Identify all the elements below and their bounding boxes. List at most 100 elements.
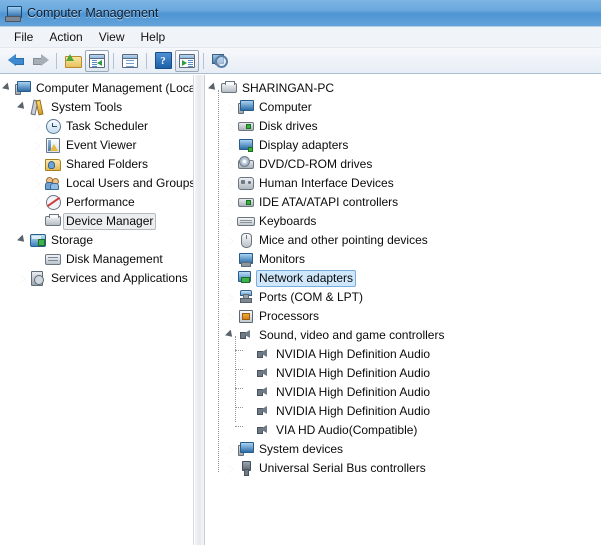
- back-button[interactable]: [4, 50, 28, 72]
- title-bar: Computer Management: [0, 0, 601, 27]
- menu-action[interactable]: Action: [41, 28, 90, 46]
- help-button[interactable]: ?: [151, 50, 175, 72]
- right-tree-row[interactable]: Monitors: [206, 250, 601, 269]
- ide-controller-icon: [237, 193, 254, 212]
- right-tree-row[interactable]: Universal Serial Bus controllers: [206, 459, 601, 478]
- local-users-groups-icon: [44, 174, 61, 193]
- twisty-collapsed[interactable]: [223, 193, 237, 212]
- twisty-none: [30, 250, 44, 269]
- twisty-collapsed[interactable]: [223, 174, 237, 193]
- properties-button[interactable]: [118, 50, 142, 72]
- pane-splitter[interactable]: [194, 75, 205, 545]
- right-tree-row[interactable]: Human Interface Devices: [206, 174, 601, 193]
- twisty-collapsed[interactable]: [223, 136, 237, 155]
- twisty-collapsed[interactable]: [223, 212, 237, 231]
- left-tree-row-label: Disk Management: [66, 252, 163, 266]
- twisty-collapsed[interactable]: [223, 440, 237, 459]
- right-tree-row[interactable]: Keyboards: [206, 212, 601, 231]
- left-tree-row[interactable]: Computer Management (Local: [0, 79, 193, 98]
- right-tree-row-label: Monitors: [259, 252, 306, 266]
- left-tree-row[interactable]: Shared Folders: [0, 155, 193, 174]
- twisty-collapsed[interactable]: [223, 307, 237, 326]
- up-one-level-button[interactable]: [61, 50, 85, 72]
- left-tree-row[interactable]: Performance: [0, 193, 193, 212]
- twisty-none: [240, 364, 254, 383]
- monitor-icon: [237, 250, 254, 269]
- left-tree-row[interactable]: Device Manager: [0, 212, 193, 231]
- twisty-collapsed[interactable]: [30, 136, 44, 155]
- right-tree-row[interactable]: Sound, video and game controllers: [206, 326, 601, 345]
- twisty-collapsed[interactable]: [223, 269, 237, 288]
- left-tree-row[interactable]: Storage: [0, 231, 193, 250]
- device-manager-icon: [44, 212, 61, 231]
- right-tree-row-label: Display adapters: [259, 138, 349, 152]
- right-tree-row[interactable]: VIA HD Audio(Compatible): [206, 421, 601, 440]
- computer-icon: [237, 98, 254, 117]
- tree-connector-line: [235, 350, 243, 351]
- twisty-collapsed[interactable]: [223, 250, 237, 269]
- twisty-collapsed[interactable]: [223, 231, 237, 250]
- right-tree-row[interactable]: NVIDIA High Definition Audio: [206, 345, 601, 364]
- window-title: Computer Management: [27, 6, 159, 20]
- speaker-icon: [254, 421, 271, 440]
- speaker-icon: [254, 345, 271, 364]
- services-applications-icon: [29, 269, 46, 288]
- right-tree-row[interactable]: System devices: [206, 440, 601, 459]
- right-tree-row[interactable]: Mice and other pointing devices: [206, 231, 601, 250]
- twisty-collapsed[interactable]: [223, 459, 237, 478]
- twisty-none: [30, 212, 44, 231]
- processor-icon: [237, 307, 254, 326]
- menu-view[interactable]: View: [91, 28, 133, 46]
- right-tree-row[interactable]: Computer: [206, 98, 601, 117]
- right-tree-row-label: Human Interface Devices: [259, 176, 394, 190]
- right-tree-row-label: Processors: [259, 309, 320, 323]
- left-tree-row[interactable]: Event Viewer: [0, 136, 193, 155]
- tree-connector-line: [235, 426, 243, 427]
- twisty-expanded[interactable]: [15, 98, 29, 117]
- menu-file[interactable]: File: [6, 28, 41, 46]
- scan-for-hardware-changes-button[interactable]: [208, 50, 232, 72]
- twisty-collapsed[interactable]: [15, 269, 29, 288]
- right-tree-row-label: NVIDIA High Definition Audio: [276, 385, 431, 399]
- right-tree-row-label: Keyboards: [259, 214, 317, 228]
- ports-icon: [237, 288, 254, 307]
- right-tree-row[interactable]: SHARINGAN-PC: [206, 79, 601, 98]
- twisty-expanded[interactable]: [15, 231, 29, 250]
- right-tree-row[interactable]: Disk drives: [206, 117, 601, 136]
- right-tree-row[interactable]: NVIDIA High Definition Audio: [206, 402, 601, 421]
- twisty-collapsed[interactable]: [223, 288, 237, 307]
- right-tree-row[interactable]: Processors: [206, 307, 601, 326]
- console-tree-pane: Computer Management (Local System Tools Ta…: [0, 75, 194, 545]
- menu-help[interactable]: Help: [133, 28, 174, 46]
- twisty-expanded[interactable]: [0, 79, 14, 98]
- right-tree-row[interactable]: NVIDIA High Definition Audio: [206, 364, 601, 383]
- twisty-collapsed[interactable]: [30, 155, 44, 174]
- twisty-collapsed[interactable]: [223, 155, 237, 174]
- right-tree-row-label: System devices: [259, 442, 344, 456]
- right-tree-row[interactable]: Network adapters: [206, 269, 601, 288]
- left-tree-row[interactable]: Task Scheduler: [0, 117, 193, 136]
- shared-folders-icon: [44, 155, 61, 174]
- show-hide-console-tree-button[interactable]: [85, 49, 109, 72]
- right-tree-row[interactable]: DVD/CD-ROM drives: [206, 155, 601, 174]
- forward-button[interactable]: [28, 50, 52, 72]
- show-hide-action-pane-button[interactable]: [175, 49, 199, 72]
- twisty-collapsed[interactable]: [223, 117, 237, 136]
- left-tree-row[interactable]: Services and Applications: [0, 269, 193, 288]
- twisty-collapsed[interactable]: [30, 117, 44, 136]
- right-tree-row[interactable]: IDE ATA/ATAPI controllers: [206, 193, 601, 212]
- right-tree-row[interactable]: Ports (COM & LPT): [206, 288, 601, 307]
- left-tree-row-label: Storage: [51, 233, 94, 247]
- twisty-collapsed[interactable]: [223, 98, 237, 117]
- left-tree-row-label: Performance: [66, 195, 135, 209]
- twisty-collapsed[interactable]: [30, 174, 44, 193]
- right-tree-row[interactable]: NVIDIA High Definition Audio: [206, 383, 601, 402]
- toolbar-separator-1: [56, 52, 57, 69]
- twisty-collapsed[interactable]: [30, 193, 44, 212]
- right-tree-row[interactable]: Display adapters: [206, 136, 601, 155]
- left-tree-row[interactable]: System Tools: [0, 98, 193, 117]
- left-tree-row[interactable]: Disk Management: [0, 250, 193, 269]
- tree-connector-line: [218, 90, 219, 472]
- left-tree-row[interactable]: Local Users and Groups: [0, 174, 193, 193]
- twisty-none: [240, 402, 254, 421]
